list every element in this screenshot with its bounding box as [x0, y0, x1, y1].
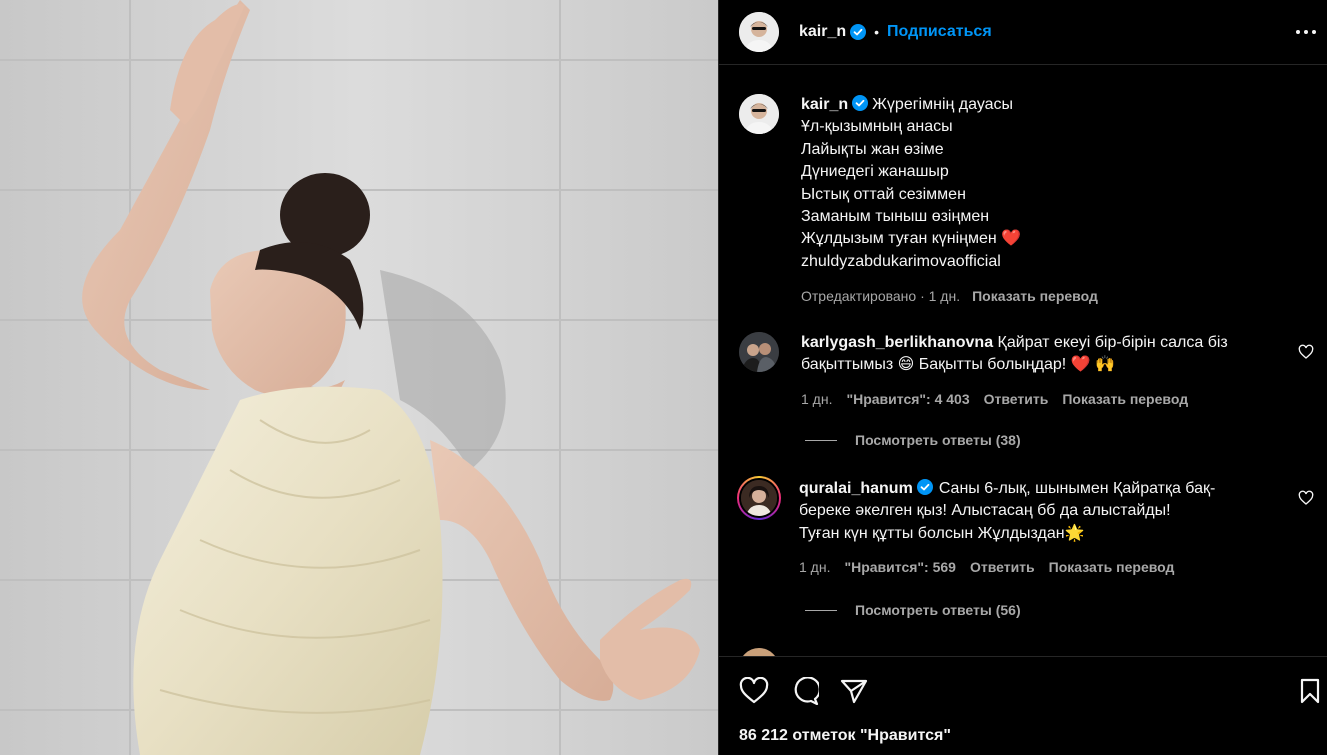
- caption-translate-button[interactable]: Показать перевод: [972, 288, 1098, 304]
- post-photo[interactable]: [0, 0, 718, 755]
- follow-button[interactable]: Подписаться: [887, 23, 992, 41]
- header-separator: •: [874, 24, 880, 40]
- caption-line: Заманым тыныш өзіңмен: [801, 208, 990, 226]
- comment-time: 1 дн.: [801, 390, 833, 407]
- caption-mention-link[interactable]: zhuldyzabdukarimovaofficial: [801, 251, 1098, 273]
- view-replies-button[interactable]: Посмотреть ответы (56): [805, 602, 1021, 618]
- comment-username[interactable]: quralai_hanum: [799, 480, 913, 497]
- comments-scroll-area[interactable]: kair_n Жүрегімнің дауасы Ұл-қызымның анас…: [719, 66, 1327, 656]
- action-icons: [739, 676, 875, 706]
- comment-time: 1 дн.: [799, 559, 831, 576]
- comment-item: quralai_hanum Саны 6-лық, шынымен Қайратқ…: [737, 476, 1314, 575]
- next-comment-partial: [739, 648, 1314, 656]
- replies-divider-line: [805, 439, 837, 441]
- caption-username[interactable]: kair_n: [801, 96, 848, 113]
- story-ring[interactable]: [737, 476, 781, 520]
- view-replies-label: Посмотреть ответы (38): [855, 432, 1021, 448]
- verified-badge-icon: [850, 24, 867, 40]
- more-options-icon[interactable]: [1292, 18, 1320, 46]
- post-caption: kair_n Жүрегімнің дауасы Ұл-қызымның анас…: [739, 94, 1309, 308]
- view-replies-button[interactable]: Посмотреть ответы (38): [805, 432, 1021, 448]
- comment-username[interactable]: karlygash_berlikhanovna: [801, 334, 993, 351]
- author-avatar[interactable]: [739, 12, 779, 52]
- comment-likes[interactable]: "Нравится": 4 403: [846, 391, 969, 407]
- caption-line: Ұл-қызымның анасы: [801, 118, 953, 136]
- commenter-avatar: [739, 478, 779, 518]
- verified-badge-icon: [916, 479, 933, 495]
- comment-outline-icon: [794, 676, 821, 706]
- caption-line: Дүниедегі жанашыр: [801, 163, 949, 181]
- post-header: kair_n • Подписаться: [719, 0, 1327, 65]
- comment-line: Саны 6-лық, шынымен Қайратқа бақ-: [938, 480, 1216, 497]
- view-replies-label: Посмотреть ответы (56): [855, 602, 1021, 618]
- share-paper-plane-icon[interactable]: [839, 677, 875, 705]
- comment-line: бақыттымыз 😄 Бақытты болыңдар! ❤️ 🙌: [801, 356, 1115, 374]
- post-likes-count[interactable]: 86 212 отметок "Нравится": [739, 727, 951, 745]
- comment-text: quralai_hanum Саны 6-лық, шынымен Қайратқ…: [799, 478, 1269, 545]
- verified-badge-icon: [852, 95, 869, 111]
- comment-reply-button[interactable]: Ответить: [970, 559, 1035, 575]
- comment-translate-button[interactable]: Показать перевод: [1049, 559, 1175, 575]
- comment-meta: 1 дн. "Нравится": 4 403 Ответить Показать п…: [801, 391, 1271, 407]
- caption-body: kair_n Жүрегімнің дауасы Ұл-қызымның анас…: [801, 94, 1098, 308]
- comment-bubble-icon[interactable]: [789, 676, 825, 706]
- caption-line: Жүрегімнің дауасы: [872, 96, 1014, 113]
- comment-translate-button[interactable]: Показать перевод: [1062, 391, 1188, 407]
- comment-line: Туған күн құтты болсын Жұлдыздан🌟: [799, 524, 1085, 542]
- post-actions-bar: 86 212 отметок "Нравится": [719, 656, 1327, 755]
- comment-likes[interactable]: "Нравится": 569: [844, 559, 955, 575]
- caption-line: Жұлдызым туған күніңмен ❤️: [801, 230, 1022, 248]
- like-heart-icon[interactable]: [739, 676, 775, 705]
- post-details-panel: kair_n • Подписаться kair_n Жүрегімнің д…: [718, 0, 1327, 755]
- comment-item: karlygash_berlikhanovna Қайрат екеуі бір…: [739, 332, 1314, 407]
- caption-line: Лайықты жан өзіме: [801, 140, 944, 158]
- caption-edited-time: Отредактировано · 1 дн.: [801, 288, 961, 305]
- comment-reply-button[interactable]: Ответить: [984, 391, 1049, 407]
- comment-meta: 1 дн. "Нравится": 569 Ответить Показать пер…: [799, 559, 1269, 575]
- avatar-image: [739, 12, 779, 52]
- replies-divider-line: [805, 609, 837, 611]
- avatar-image: [739, 332, 779, 372]
- comment-line: береке әкелген қыз! Алыстасаң бб да алыс…: [799, 502, 1171, 520]
- caption-meta: Отредактировано · 1 дн. Показать перевод: [801, 285, 1098, 307]
- author-username[interactable]: kair_n: [799, 23, 846, 41]
- bookmark-save-icon[interactable]: [1296, 677, 1324, 705]
- paper-plane-icon: [840, 679, 868, 704]
- avatar-image: [741, 480, 777, 516]
- avatar-image: [739, 94, 779, 134]
- comment-line: Қайрат екеуі бір-бірін салса біз: [997, 334, 1228, 351]
- caption-avatar[interactable]: [739, 94, 779, 134]
- post-photo-illustration: [0, 0, 718, 755]
- commenter-avatar[interactable]: [739, 648, 779, 656]
- comment-text: karlygash_berlikhanovna Қайрат екеуі бір…: [801, 332, 1271, 377]
- comment-like-heart-icon[interactable]: [1298, 344, 1314, 360]
- caption-line: Ыстық оттай сезіммен: [801, 185, 966, 203]
- comment-like-heart-icon[interactable]: [1298, 490, 1314, 506]
- heart-outline-icon: [739, 676, 769, 704]
- commenter-avatar[interactable]: [739, 332, 779, 372]
